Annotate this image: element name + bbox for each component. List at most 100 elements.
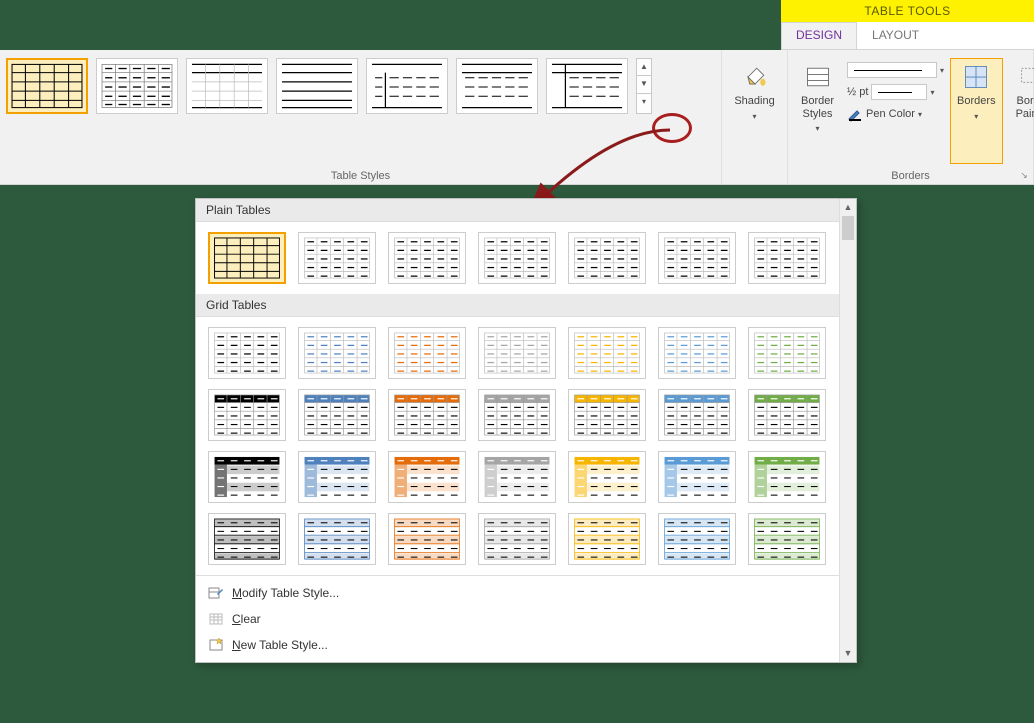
popup-scrollbar[interactable]: ▲ ▼ — [839, 199, 856, 662]
pen-color-dropdown[interactable]: Pen Color ▾ — [847, 106, 944, 122]
table-style-thumb[interactable] — [6, 58, 88, 114]
clear-icon — [208, 611, 224, 627]
table-tools-contextual-tab: TABLE TOOLS — [781, 0, 1034, 22]
borders-dialog-launcher[interactable]: ↘ — [1018, 169, 1030, 181]
table-style-thumb[interactable] — [298, 451, 376, 503]
menu-clear[interactable]: Clear — [196, 606, 856, 632]
table-style-thumb[interactable] — [568, 451, 646, 503]
scroll-down-arrow[interactable]: ▼ — [840, 645, 856, 662]
scroll-thumb[interactable] — [842, 216, 854, 240]
table-style-thumb[interactable] — [298, 389, 376, 441]
group-table-styles: ▲ ▼ ▾ Table Styles — [0, 50, 722, 184]
table-style-thumb[interactable] — [748, 327, 826, 379]
new-style-icon — [208, 637, 224, 653]
borders-button[interactable]: Borders ▾ — [950, 58, 1003, 164]
gallery-expand-button[interactable]: ▾ — [636, 94, 652, 114]
scroll-track[interactable] — [840, 216, 856, 645]
table-style-thumb[interactable] — [388, 389, 466, 441]
table-style-thumb[interactable] — [456, 58, 538, 114]
table-style-thumb[interactable] — [748, 513, 826, 565]
group-borders: Border Styles ▾ ▾ ½ pt ▾ Pen Color ▾ Bor… — [788, 50, 1034, 184]
border-styles-button[interactable]: Border Styles ▾ — [794, 58, 841, 164]
table-style-thumb[interactable] — [568, 327, 646, 379]
chevron-down-icon: ▾ — [752, 112, 756, 121]
table-style-thumb[interactable] — [208, 327, 286, 379]
table-style-thumb[interactable] — [208, 513, 286, 565]
chevron-down-icon: ▾ — [816, 124, 820, 133]
table-style-thumb[interactable] — [388, 232, 466, 284]
table-style-thumb[interactable] — [748, 451, 826, 503]
chevron-down-icon: ▾ — [940, 66, 944, 75]
table-style-thumb[interactable] — [546, 58, 628, 114]
table-style-thumb[interactable] — [388, 451, 466, 503]
table-style-thumb[interactable] — [366, 58, 448, 114]
menu-modify-table-style[interactable]: Modify Table Style... — [196, 580, 856, 606]
ribbon: ▲ ▼ ▾ Table Styles Shading ▾ Border Styl… — [0, 50, 1034, 185]
modify-icon — [208, 585, 224, 601]
table-style-thumb[interactable] — [478, 451, 556, 503]
border-painter-icon — [1019, 63, 1034, 91]
table-style-thumb[interactable] — [276, 58, 358, 114]
table-style-thumb[interactable] — [208, 389, 286, 441]
line-weight-value: ½ pt — [847, 86, 868, 98]
bucket-icon — [741, 63, 769, 91]
shading-button[interactable]: Shading ▾ — [728, 58, 781, 126]
table-style-thumb[interactable] — [298, 327, 376, 379]
table-style-thumb[interactable] — [478, 389, 556, 441]
table-style-thumb[interactable] — [658, 232, 736, 284]
table-style-thumb[interactable] — [186, 58, 268, 114]
table-style-thumb[interactable] — [568, 389, 646, 441]
shading-label: Shading — [734, 95, 774, 108]
grid-tables-grid — [196, 317, 856, 575]
chevron-down-icon: ▾ — [918, 110, 922, 119]
border-styles-icon — [804, 63, 832, 91]
line-style-dropdown[interactable]: ▾ — [847, 62, 944, 78]
popup-footer: Modify Table Style... Clear New Table St… — [196, 575, 856, 662]
line-weight-dropdown[interactable]: ½ pt ▾ — [847, 84, 944, 100]
table-style-thumb[interactable] — [478, 232, 556, 284]
table-style-thumb[interactable] — [96, 58, 178, 114]
plain-tables-grid — [196, 222, 856, 294]
table-style-thumb[interactable] — [298, 513, 376, 565]
borders-icon — [962, 63, 990, 91]
table-style-thumb[interactable] — [208, 451, 286, 503]
scroll-up-arrow[interactable]: ▲ — [840, 199, 856, 216]
line-style-sample — [847, 62, 937, 78]
tab-design[interactable]: DESIGN — [781, 22, 857, 49]
table-style-thumb[interactable] — [568, 232, 646, 284]
chevron-down-icon: ▾ — [974, 112, 978, 121]
gallery-spinner: ▲ ▼ ▾ — [636, 58, 652, 114]
table-style-thumb[interactable] — [658, 389, 736, 441]
borders-label: Borders — [957, 95, 996, 108]
table-style-thumb[interactable] — [298, 232, 376, 284]
table-style-thumb[interactable] — [568, 513, 646, 565]
table-styles-popup: Plain Tables Grid Tables Modify Table St… — [195, 198, 857, 663]
table-style-thumb[interactable] — [748, 232, 826, 284]
border-painter-button[interactable]: Border Painter — [1009, 58, 1034, 164]
pen-color-label: Pen Color — [866, 108, 915, 120]
table-style-thumb[interactable] — [478, 327, 556, 379]
gallery-scroll-up[interactable]: ▲ — [636, 58, 652, 76]
border-styles-label: Border Styles — [801, 95, 834, 120]
gallery-scroll-down[interactable]: ▼ — [636, 76, 652, 94]
tab-layout[interactable]: LAYOUT — [857, 22, 934, 49]
contextual-subtabs: DESIGN LAYOUT — [781, 22, 1034, 50]
table-style-thumb[interactable] — [658, 513, 736, 565]
popup-section-grid-tables: Grid Tables — [196, 294, 856, 317]
popup-section-plain-tables: Plain Tables — [196, 199, 856, 222]
group-label-borders: Borders — [788, 170, 1033, 182]
group-shading: Shading ▾ — [722, 50, 788, 184]
table-style-thumb[interactable] — [388, 327, 466, 379]
table-style-thumb[interactable] — [388, 513, 466, 565]
table-style-thumb[interactable] — [748, 389, 826, 441]
pen-icon — [847, 106, 863, 122]
table-style-thumb[interactable] — [208, 232, 286, 284]
table-styles-gallery: ▲ ▼ ▾ — [6, 58, 715, 114]
menu-new-table-style[interactable]: New Table Style... — [196, 632, 856, 658]
table-style-thumb[interactable] — [658, 327, 736, 379]
table-style-thumb[interactable] — [478, 513, 556, 565]
chevron-down-icon: ▾ — [930, 88, 934, 97]
table-style-thumb[interactable] — [658, 451, 736, 503]
border-painter-label: Border Painter — [1016, 95, 1034, 120]
line-weight-sample — [871, 84, 927, 100]
